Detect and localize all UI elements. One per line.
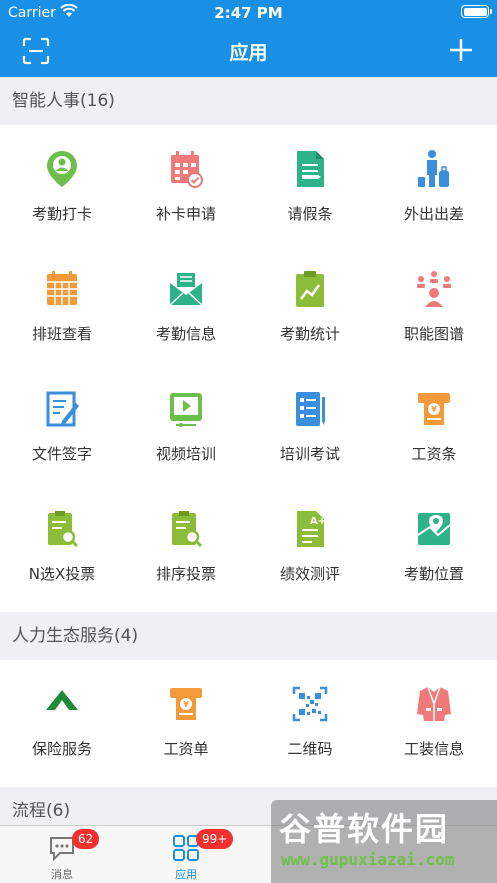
vote-sort-icon [172, 511, 203, 548]
schedule-grid-icon [47, 271, 77, 305]
app-nx-vote[interactable]: N选X投票 [0, 485, 124, 605]
envelope-icon [169, 273, 203, 306]
app-label: 外出出差 [403, 205, 464, 223]
app-label: 绩效测评 [279, 565, 340, 583]
app-grid-hr: 考勤打卡 补卡申请 请假条 外出出差 排班查看 考勤信息 考勤统计 职能图谱 文… [0, 125, 497, 612]
app-payroll[interactable]: ¥ 工资单 [124, 660, 248, 780]
vote-search-icon [48, 511, 79, 548]
section-header-hr: 智能人事(16) [0, 77, 497, 125]
app-label: 视频培训 [155, 445, 216, 463]
app-label: 请假条 [287, 205, 333, 223]
app-label: N选X投票 [28, 565, 96, 583]
app-insurance-service[interactable]: 保险服务 [0, 660, 124, 780]
tab-messages[interactable]: 62 消息 [0, 826, 124, 883]
tab-label: 消息 [51, 868, 73, 881]
app-label: 二维码 [287, 740, 333, 758]
app-business-trip[interactable]: 外出出差 [372, 125, 496, 245]
status-bar: Carrier 2:47 PM [0, 0, 497, 26]
app-grid-hr-eco: 保险服务 ¥ 工资单 二维码 工装信息 [0, 660, 497, 787]
app-video-training[interactable]: 视频培训 [124, 365, 248, 485]
app-function-map[interactable]: 职能图谱 [372, 245, 496, 365]
app-label: 工资条 [411, 445, 457, 463]
document-grade-icon: A+ [297, 511, 326, 547]
app-label: 保险服务 [31, 740, 92, 758]
section-header-hr-eco: 人力生态服务(4) [0, 612, 497, 660]
map-location-icon [417, 513, 451, 545]
app-label: 补卡申请 [155, 205, 216, 223]
app-label: 职能图谱 [403, 325, 464, 343]
app-ranking-vote[interactable]: 排序投票 [124, 485, 248, 605]
traveler-luggage-icon [418, 150, 449, 187]
calendar-check-icon [171, 151, 203, 188]
app-schedule-view[interactable]: 排班查看 [0, 245, 124, 365]
document-pen-icon [297, 151, 324, 187]
app-label: 培训考试 [279, 445, 340, 463]
taishan-insurance-logo-icon [46, 690, 78, 710]
watermark-title: 谷普软件园 [279, 810, 450, 848]
app-label: 考勤打卡 [31, 205, 92, 223]
app-label: 考勤信息 [155, 325, 216, 343]
app-training-exam[interactable]: 培训考试 [248, 365, 372, 485]
org-people-icon [417, 271, 451, 307]
video-play-icon [170, 393, 202, 427]
app-label: 文件签字 [31, 445, 92, 463]
watermark-url: www.gupuxiazai.com [281, 850, 455, 869]
tab-label: 应用 [175, 868, 197, 881]
add-icon[interactable] [449, 38, 473, 62]
app-reissue-card[interactable]: 补卡申请 [124, 125, 248, 245]
location-pin-icon [47, 151, 77, 187]
tab-apps[interactable]: 99+ 应用 [124, 826, 248, 883]
status-time: 2:47 PM [214, 4, 283, 22]
app-attendance-stats[interactable]: 考勤统计 [248, 245, 372, 365]
app-label: 排班查看 [31, 325, 92, 343]
qr-code-icon [292, 686, 328, 722]
salary-slip-icon: ¥ [170, 688, 202, 720]
app-label: 考勤统计 [279, 325, 340, 343]
messages-badge: 62 [72, 829, 100, 849]
checklist-icon [296, 392, 325, 426]
svg-text:¥: ¥ [431, 405, 437, 414]
app-label: 排序投票 [155, 565, 216, 583]
app-label: 工资单 [163, 740, 209, 758]
watermark: 谷普软件园 www.gupuxiazai.com [271, 800, 497, 883]
nav-bar: Carrier 2:47 PM 应用 [0, 0, 497, 77]
svg-text:A+: A+ [310, 516, 326, 527]
app-uniform-info[interactable]: 工装信息 [372, 660, 496, 780]
apps-badge: 99+ [196, 829, 234, 849]
app-label: 工装信息 [403, 740, 464, 758]
app-attendance-info[interactable]: 考勤信息 [124, 245, 248, 365]
page-title: 应用 [229, 42, 268, 64]
app-attendance-location[interactable]: 考勤位置 [372, 485, 496, 605]
clipboard-chart-icon [296, 271, 324, 307]
app-document-sign[interactable]: 文件签字 [0, 365, 124, 485]
battery-icon [461, 5, 492, 18]
app-attendance-checkin[interactable]: 考勤打卡 [0, 125, 124, 245]
salary-slip-icon: ¥ [418, 393, 450, 425]
app-qr-code[interactable]: 二维码 [248, 660, 372, 780]
app-performance-review[interactable]: A+ 绩效测评 [248, 485, 372, 605]
document-sign-icon [46, 391, 79, 427]
uniform-jacket-icon [417, 686, 451, 721]
app-leave-request[interactable]: 请假条 [248, 125, 372, 245]
app-salary-slip[interactable]: ¥ 工资条 [372, 365, 496, 485]
app-label: 考勤位置 [403, 565, 464, 583]
svg-text:¥: ¥ [183, 700, 189, 709]
